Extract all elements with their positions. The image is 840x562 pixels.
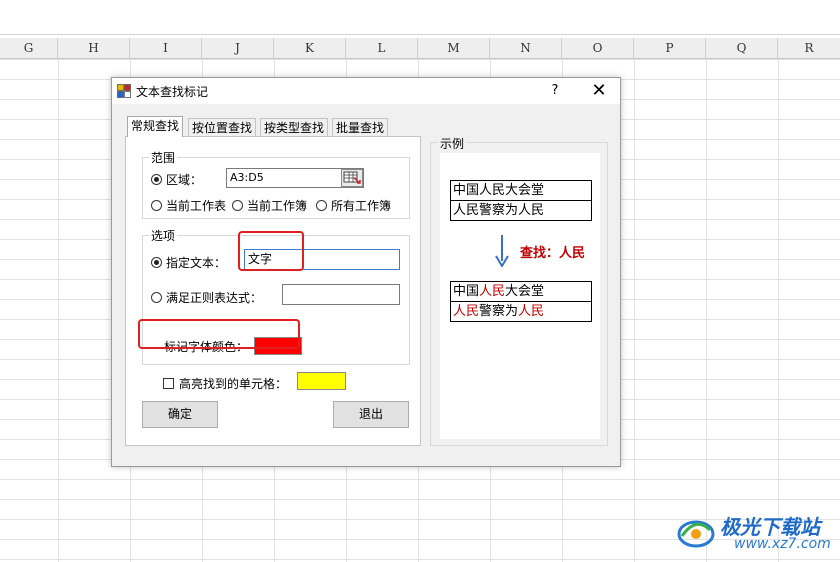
example-legend: 示例 [438,135,467,152]
specified-text-callout [238,231,304,271]
current-workbook-radio[interactable] [232,200,243,211]
column-header-k[interactable]: K [274,38,346,58]
current-sheet-radio[interactable] [151,200,162,211]
current-workbook-label: 当前工作簿 [247,199,308,213]
example-segment: 中国 [453,284,480,299]
current-sheet-label: 当前工作表 [166,199,227,213]
highlight-cells-checkbox[interactable] [163,378,174,389]
close-button[interactable]: ✕ [588,80,610,102]
column-header-g[interactable]: G [0,38,58,58]
column-header-p[interactable]: P [634,38,706,58]
exit-button[interactable]: 退出 [333,401,409,428]
example-highlighted-segment: 人民 [518,304,545,319]
column-header-j[interactable]: J [202,38,274,58]
text-find-mark-dialog: 文本查找标记 ? ✕ 常规查找 按位置查找 按类型查找 批量查找 范围 区域： … [111,77,621,467]
tab-batch-find[interactable]: 批量查找 [332,118,389,136]
general-find-panel: 范围 区域： A3:D5 当前工作表 当前工作簿 所有工作簿 选项 指定文本： … [125,136,421,446]
range-picker-button[interactable] [341,169,363,187]
example-area: 中国人民大会堂 人民警察为人民 查找：人民 中国人民大会堂 人民警察为人民 [440,153,600,439]
column-header-o[interactable]: O [562,38,634,58]
example-group: 示例 中国人民大会堂 人民警察为人民 查找：人民 中国人民大会堂 人民警察为人民 [430,135,608,446]
example-segment: 警察为 [479,304,519,319]
column-header-l[interactable]: L [346,38,418,58]
area-radio[interactable] [151,174,162,185]
arrow-down-icon [495,235,509,267]
dialog-titlebar[interactable]: 文本查找标记 ? ✕ [112,78,620,104]
example-segment: 大会堂 [505,284,545,299]
example-after-table: 中国人民大会堂 人民警察为人民 [450,281,592,322]
watermark: 极光下载站 www.xz7.com [676,508,836,556]
example-before-row: 中国人民大会堂 [453,183,545,198]
area-label: 区域： [166,173,203,187]
app-icon [117,84,131,98]
example-after-row: 人民警察为人民 [451,301,591,321]
range-picker-icon [343,171,361,184]
highlight-color-swatch[interactable] [297,372,346,390]
example-highlighted-segment: 人民 [479,284,506,299]
column-header-n[interactable]: N [490,38,562,58]
help-button[interactable]: ? [548,81,562,101]
tab-find-by-position[interactable]: 按位置查找 [188,118,257,136]
aurora-logo-icon [677,520,715,548]
all-workbooks-radio[interactable] [316,200,327,211]
example-after-row: 中国人民大会堂 [451,282,591,301]
mark-color-callout [138,319,300,349]
example-highlighted-segment: 人民 [453,304,480,319]
column-header-h[interactable]: H [58,38,130,58]
example-find-label: 查找：人民 [520,246,586,261]
column-header-i[interactable]: I [130,38,202,58]
regex-input[interactable] [282,284,400,305]
range-legend: 范围 [151,151,176,165]
specified-text-label: 指定文本： [166,256,227,270]
formula-bar-divider [0,34,840,35]
watermark-url: www.xz7.com [734,536,831,552]
column-header-q[interactable]: Q [706,38,778,58]
tab-find-by-type[interactable]: 按类型查找 [260,118,329,136]
formula-bar-area [0,0,840,37]
highlight-cells-label: 高亮找到的单元格： [179,377,288,391]
dialog-title: 文本查找标记 [136,85,209,99]
example-before-row: 人民警察为人民 [451,200,591,220]
specified-text-radio[interactable] [151,257,162,268]
tab-general-find[interactable]: 常规查找 [127,116,184,137]
example-before-table: 中国人民大会堂 人民警察为人民 [450,180,592,221]
regex-label: 满足正则表达式： [166,291,263,305]
column-header-r[interactable]: R [778,38,840,58]
options-legend: 选项 [151,229,176,243]
all-workbooks-label: 所有工作簿 [331,199,392,213]
regex-radio[interactable] [151,292,162,303]
ok-button[interactable]: 确定 [142,401,218,428]
column-header-m[interactable]: M [418,38,490,58]
column-header-bar: G H I J K L M N O P Q R [0,38,840,59]
